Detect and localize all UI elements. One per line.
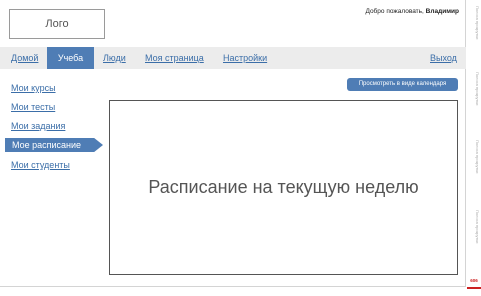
logo[interactable]: Лого <box>9 9 105 39</box>
sidebar-item-my-students[interactable]: Мои студенты <box>11 158 70 172</box>
annotation-strip: Полоса прокрутки Полоса прокрутки Полоса… <box>467 0 481 296</box>
welcome-prefix: Добро пожаловать, <box>365 8 426 15</box>
annotation-label: Полоса прокрутки <box>475 72 480 106</box>
schedule-panel: Расписание на текущую неделю <box>109 100 458 275</box>
welcome-message: Добро пожаловать, Владимир <box>365 8 459 15</box>
sidebar-item-my-tests[interactable]: Мои тесты <box>11 100 55 114</box>
annotation-tag: 606 <box>470 278 478 283</box>
logout-link[interactable]: Выход <box>430 47 457 69</box>
nav-item-people[interactable]: Люди <box>103 47 126 69</box>
annotation-divider <box>467 287 481 289</box>
sidebar-item-my-schedule[interactable]: Мое расписание <box>5 138 103 152</box>
main-navigation: Домой Учеба Люди Моя страница Настройки … <box>0 47 466 69</box>
page: Лого Добро пожаловать, Владимир Домой Уч… <box>0 0 481 296</box>
calendar-view-button[interactable]: Просмотреть в виде календаря <box>347 78 458 91</box>
sidebar-item-my-assignments[interactable]: Мои задания <box>11 119 65 133</box>
schedule-title: Расписание на текущую неделю <box>148 177 419 197</box>
nav-item-home[interactable]: Домой <box>11 47 38 69</box>
calendar-view-button-label: Просмотреть в виде календаря <box>358 81 447 87</box>
annotation-label: Полоса прокрутки <box>475 6 480 40</box>
sidebar-item-my-courses[interactable]: Мои курсы <box>11 81 56 95</box>
nav-item-my-page[interactable]: Моя страница <box>145 47 204 69</box>
logo-text: Лого <box>45 18 69 30</box>
annotation-label: Полоса прокрутки <box>475 140 480 174</box>
user-name[interactable]: Владимир <box>426 8 459 15</box>
nav-item-study[interactable]: Учеба <box>47 47 94 69</box>
sidebar-item-my-schedule-label: Мое расписание <box>12 140 82 150</box>
annotation-label: Полоса прокрутки <box>475 210 480 244</box>
nav-item-settings[interactable]: Настройки <box>223 47 267 69</box>
app-window: Лого Добро пожаловать, Владимир Домой Уч… <box>0 0 466 287</box>
